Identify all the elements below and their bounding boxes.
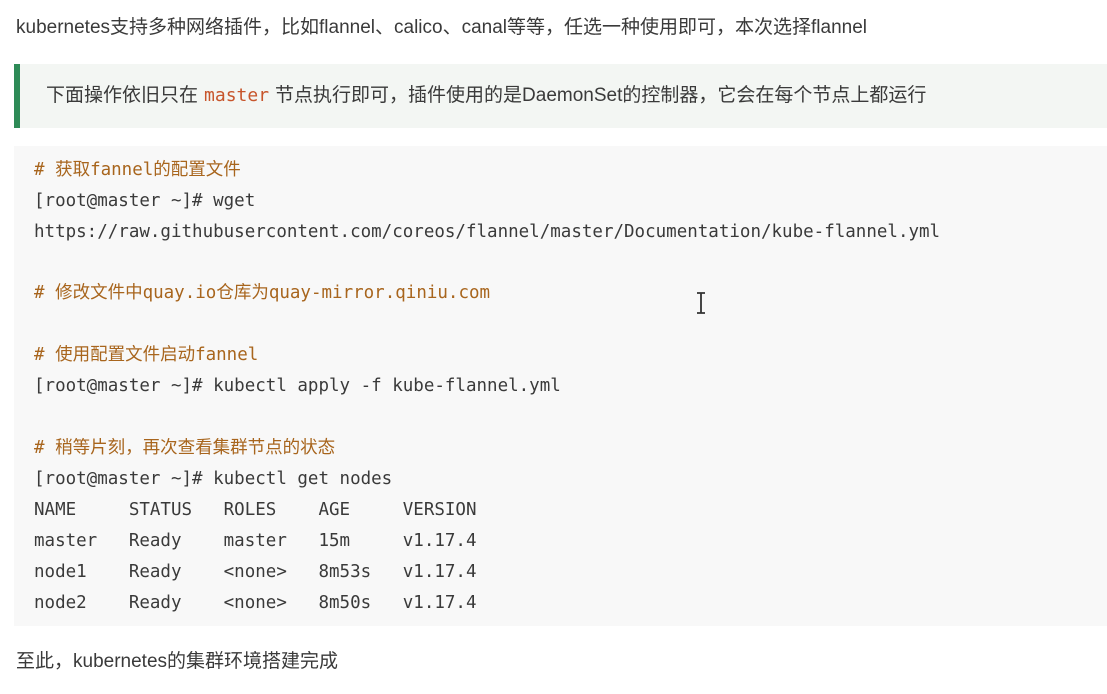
note-text: 下面操作依旧只在 master 节点执行即可，插件使用的是DaemonSet的控制器… bbox=[46, 82, 926, 110]
code-table-header: NAME STATUS ROLES AGE VERSION bbox=[34, 500, 477, 520]
code-comment-apply: # 使用配置文件启动fannel bbox=[34, 345, 259, 365]
text-cursor-icon bbox=[697, 292, 705, 314]
code-prompt-apply: [root@master ~]# kubectl apply -f kube-f… bbox=[34, 376, 561, 396]
code-block[interactable]: # 获取fannel的配置文件 [root@master ~]# wget ht… bbox=[14, 146, 1107, 626]
code-prompt-wget: [root@master ~]# wget bbox=[34, 191, 256, 211]
table-row: node2 Ready <none> 8m50s v1.17.4 bbox=[34, 593, 477, 613]
code-url: https://raw.githubusercontent.com/coreos… bbox=[34, 222, 941, 242]
table-row: master Ready master 15m v1.17.4 bbox=[34, 531, 477, 551]
code-comment-status: # 稍等片刻，再次查看集群节点的状态 bbox=[34, 438, 336, 458]
code-prompt-get-nodes: [root@master ~]# kubectl get nodes bbox=[34, 469, 393, 489]
note-callout: 下面操作依旧只在 master 节点执行即可，插件使用的是DaemonSet的控制器… bbox=[14, 64, 1107, 128]
code-comment-fetch: # 获取fannel的配置文件 bbox=[34, 160, 241, 180]
note-text-after: 节点执行即可，插件使用的是DaemonSet的控制器，它会在每个节点上都运行 bbox=[275, 85, 927, 106]
code-comment-modify: # 修改文件中quay.io仓库为quay-mirror.qiniu.com bbox=[34, 283, 491, 303]
intro-paragraph: kubernetes支持多种网络插件，比如flannel、calico、cana… bbox=[16, 17, 867, 38]
note-text-before: 下面操作依旧只在 bbox=[46, 85, 199, 106]
table-row: node1 Ready <none> 8m53s v1.17.4 bbox=[34, 562, 477, 582]
note-inline-code: master bbox=[204, 85, 270, 106]
outro-paragraph: 至此，kubernetes的集群环境搭建完成 bbox=[16, 651, 339, 672]
